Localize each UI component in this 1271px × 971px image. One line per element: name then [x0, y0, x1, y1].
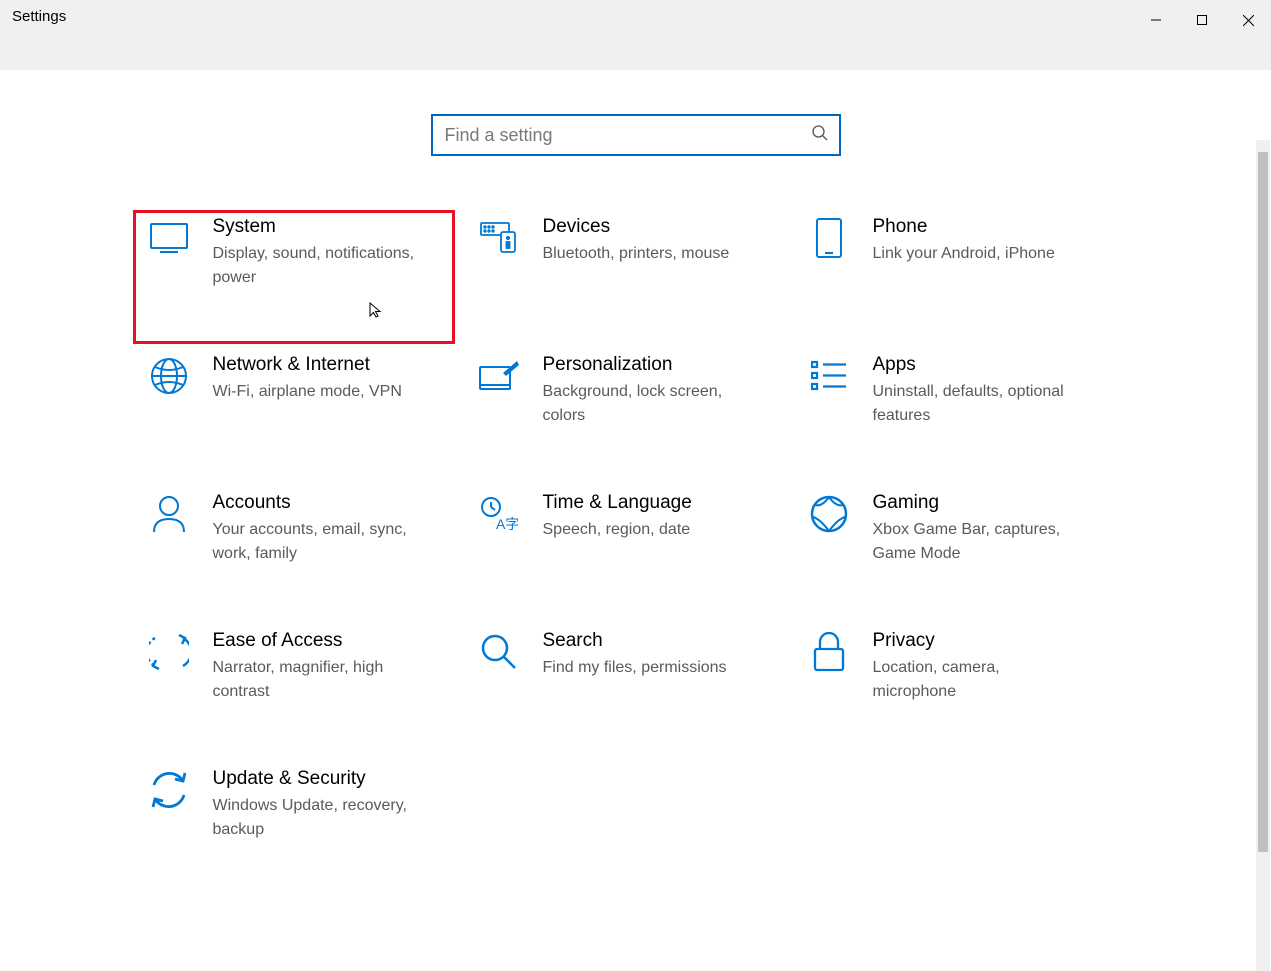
personalization-icon — [479, 356, 519, 396]
categories-grid: System Display, sound, notifications, po… — [0, 212, 1271, 846]
category-desc: Display, sound, notifications, power — [213, 242, 423, 290]
category-title: Search — [543, 630, 793, 652]
category-desc: Link your Android, iPhone — [873, 242, 1083, 266]
category-desc: Background, lock screen, colors — [543, 380, 753, 428]
category-desc: Uninstall, defaults, optional features — [873, 380, 1083, 428]
apps-icon — [809, 356, 849, 396]
category-desc: Windows Update, recovery, backup — [213, 794, 423, 842]
category-desc: Speech, region, date — [543, 518, 753, 542]
category-desc: Find my files, permissions — [543, 656, 753, 680]
category-network[interactable]: Network & Internet Wi-Fi, airplane mode,… — [141, 350, 471, 432]
minimize-button[interactable] — [1133, 4, 1179, 36]
phone-icon — [809, 218, 849, 258]
privacy-icon — [809, 632, 849, 672]
close-button[interactable] — [1225, 4, 1271, 36]
category-desc: Location, camera, microphone — [873, 656, 1083, 704]
svg-text:A字: A字 — [496, 516, 518, 532]
category-title: Network & Internet — [213, 354, 463, 376]
category-time[interactable]: A字 Time & Language Speech, region, date — [471, 488, 801, 570]
category-title: System — [213, 216, 463, 238]
category-privacy[interactable]: Privacy Location, camera, microphone — [801, 626, 1131, 708]
window-title: Settings — [12, 8, 66, 25]
ease-icon — [149, 632, 189, 672]
search-input[interactable] — [445, 125, 811, 146]
maximize-button[interactable] — [1179, 4, 1225, 36]
system-icon — [149, 218, 189, 258]
category-title: Update & Security — [213, 768, 463, 790]
window-controls — [1133, 4, 1271, 36]
gaming-icon — [809, 494, 849, 534]
accounts-icon — [149, 494, 189, 534]
category-title: Personalization — [543, 354, 793, 376]
search-container — [0, 114, 1271, 156]
category-system[interactable]: System Display, sound, notifications, po… — [141, 212, 471, 294]
category-title: Privacy — [873, 630, 1123, 652]
network-icon — [149, 356, 189, 396]
category-title: Phone — [873, 216, 1123, 238]
category-search[interactable]: Search Find my files, permissions — [471, 626, 801, 708]
category-accounts[interactable]: Accounts Your accounts, email, sync, wor… — [141, 488, 471, 570]
category-gaming[interactable]: Gaming Xbox Game Bar, captures, Game Mod… — [801, 488, 1131, 570]
category-title: Devices — [543, 216, 793, 238]
update-icon — [149, 770, 189, 810]
titlebar: Settings — [0, 0, 1271, 70]
category-title: Accounts — [213, 492, 463, 514]
category-ease[interactable]: Ease of Access Narrator, magnifier, high… — [141, 626, 471, 708]
close-icon — [1243, 15, 1254, 26]
category-apps[interactable]: Apps Uninstall, defaults, optional featu… — [801, 350, 1131, 432]
category-title: Apps — [873, 354, 1123, 376]
category-title: Gaming — [873, 492, 1123, 514]
content-area: System Display, sound, notifications, po… — [0, 70, 1271, 971]
time-icon: A字 — [479, 494, 519, 534]
category-personalization[interactable]: Personalization Background, lock screen,… — [471, 350, 801, 432]
search-icon — [811, 124, 829, 147]
category-desc: Xbox Game Bar, captures, Game Mode — [873, 518, 1083, 566]
scrollbar[interactable] — [1256, 140, 1270, 971]
search-category-icon — [479, 632, 519, 672]
devices-icon — [479, 218, 519, 258]
category-title: Ease of Access — [213, 630, 463, 652]
minimize-icon — [1151, 15, 1161, 25]
search-box[interactable] — [431, 114, 841, 156]
maximize-icon — [1197, 15, 1207, 25]
category-desc: Narrator, magnifier, high contrast — [213, 656, 423, 704]
scrollbar-thumb[interactable] — [1258, 152, 1268, 852]
category-update[interactable]: Update & Security Windows Update, recove… — [141, 764, 471, 846]
category-desc: Bluetooth, printers, mouse — [543, 242, 753, 266]
category-devices[interactable]: Devices Bluetooth, printers, mouse — [471, 212, 801, 294]
category-phone[interactable]: Phone Link your Android, iPhone — [801, 212, 1131, 294]
category-desc: Your accounts, email, sync, work, family — [213, 518, 423, 566]
category-desc: Wi-Fi, airplane mode, VPN — [213, 380, 423, 404]
category-title: Time & Language — [543, 492, 793, 514]
